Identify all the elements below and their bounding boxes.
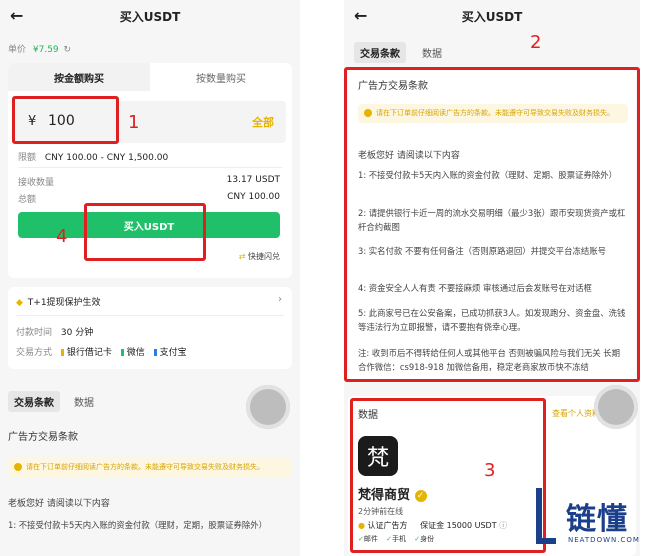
quick-flash-link[interactable]: ⇄ 快捷闪兑 [239, 251, 280, 262]
back-arrow-icon[interactable]: ← [354, 6, 367, 25]
see-profile-link[interactable]: 查看个人资料 [552, 408, 600, 419]
shield-icon: ◆ [16, 298, 23, 308]
limit-row: 限额 CNY 100.00 - CNY 1,500.00 [18, 150, 168, 163]
annotation-number-2: 2 [530, 32, 542, 53]
watermark: 链懂 NEATDOWN.COM [532, 486, 647, 554]
terms-intro: 老板您好 请阅读以下内容 [8, 499, 110, 509]
term-item-1: 1: 不接受付款卡5天内入账的资金付款（理财，定期，股票证券除外） [8, 520, 268, 530]
back-arrow-icon[interactable]: ← [10, 6, 23, 25]
highlight-amount-input [12, 96, 119, 144]
tab-by-amount[interactable]: 按金额购买 [8, 63, 150, 91]
watermark-logo-icon [536, 488, 556, 544]
pay-time-row: 付款时间 30 分钟 [16, 325, 93, 338]
left-topbar: ← 买入USDT [0, 0, 300, 32]
pay-time-value: 30 分钟 [60, 328, 94, 338]
watermark-site: NEATDOWN.COM [568, 536, 640, 544]
right-topbar: ← 买入USDT [344, 0, 640, 32]
total-value: CNY 100.00 [227, 192, 280, 202]
divider [16, 315, 284, 316]
divider [18, 167, 282, 168]
unit-price-value: ¥7.59 [32, 45, 59, 55]
pay-method-wechat: 微信 [126, 348, 145, 358]
pay-time-label: 付款时间 [16, 328, 53, 338]
tab-by-quantity[interactable]: 按数量购买 [150, 63, 292, 91]
total-label: 总额 [18, 195, 37, 205]
page-title: 买入USDT [461, 9, 523, 24]
terms-warning: 请在下订单前仔细阅读广告方的条款。未能遵守可导致交易失败及财务损失。 [8, 458, 292, 477]
all-button[interactable]: 全部 [252, 114, 274, 130]
refresh-icon[interactable]: ↻ [64, 45, 72, 55]
flash-icon: ⇄ [238, 252, 246, 261]
protection-text: T+1提现保护生效 [27, 298, 101, 308]
pay-method-alipay: 支付宝 [159, 348, 187, 358]
unit-price-row: 单价 ¥7.59 ↻ [8, 42, 71, 55]
unit-price-label: 单价 [8, 45, 27, 55]
pay-method-bank: 银行借记卡 [66, 348, 112, 358]
highlight-buy-button [84, 203, 206, 261]
limit-value: CNY 100.00 - CNY 1,500.00 [44, 153, 169, 163]
receive-label: 接收数量 [18, 178, 55, 188]
receive-value: 13.17 USDT [226, 175, 280, 185]
tab-data[interactable]: 数据 [68, 391, 100, 412]
pay-method-label: 交易方式 [16, 348, 53, 358]
tab-data[interactable]: 数据 [416, 42, 448, 63]
page-title: 买入USDT [119, 9, 181, 24]
watermark-brand: 链懂 [566, 502, 628, 537]
pay-method-row: 交易方式 银行借记卡 微信 支付宝 [16, 345, 187, 358]
floating-circle-button[interactable] [246, 385, 290, 429]
annotation-number-3: 3 [484, 460, 496, 481]
terms-title: 广告方交易条款 [8, 432, 78, 443]
tab-trade-terms[interactable]: 交易条款 [354, 42, 406, 63]
highlight-merchant [350, 398, 546, 553]
chevron-right-icon[interactable]: › [278, 294, 282, 305]
annotation-number-4: 4 [56, 226, 68, 247]
bank-card-dot [60, 349, 64, 356]
floating-circle-button[interactable] [594, 385, 638, 429]
annotation-number-1: 1 [128, 112, 140, 133]
left-screen: ← 买入USDT 单价 ¥7.59 ↻ 按金额购买 按数量购买 ¥ 100 全部… [0, 0, 300, 556]
limit-label: 限额 [18, 153, 37, 163]
protection-row[interactable]: ◆ T+1提现保护生效 [16, 295, 101, 308]
wechat-dot [120, 349, 124, 356]
tab-trade-terms[interactable]: 交易条款 [8, 391, 60, 412]
alipay-dot [153, 349, 157, 356]
warning-icon [14, 463, 22, 471]
payment-info-card: ◆ T+1提现保护生效 › 付款时间 30 分钟 交易方式 银行借记卡 微信 支… [8, 287, 292, 369]
highlight-terms [344, 67, 640, 382]
